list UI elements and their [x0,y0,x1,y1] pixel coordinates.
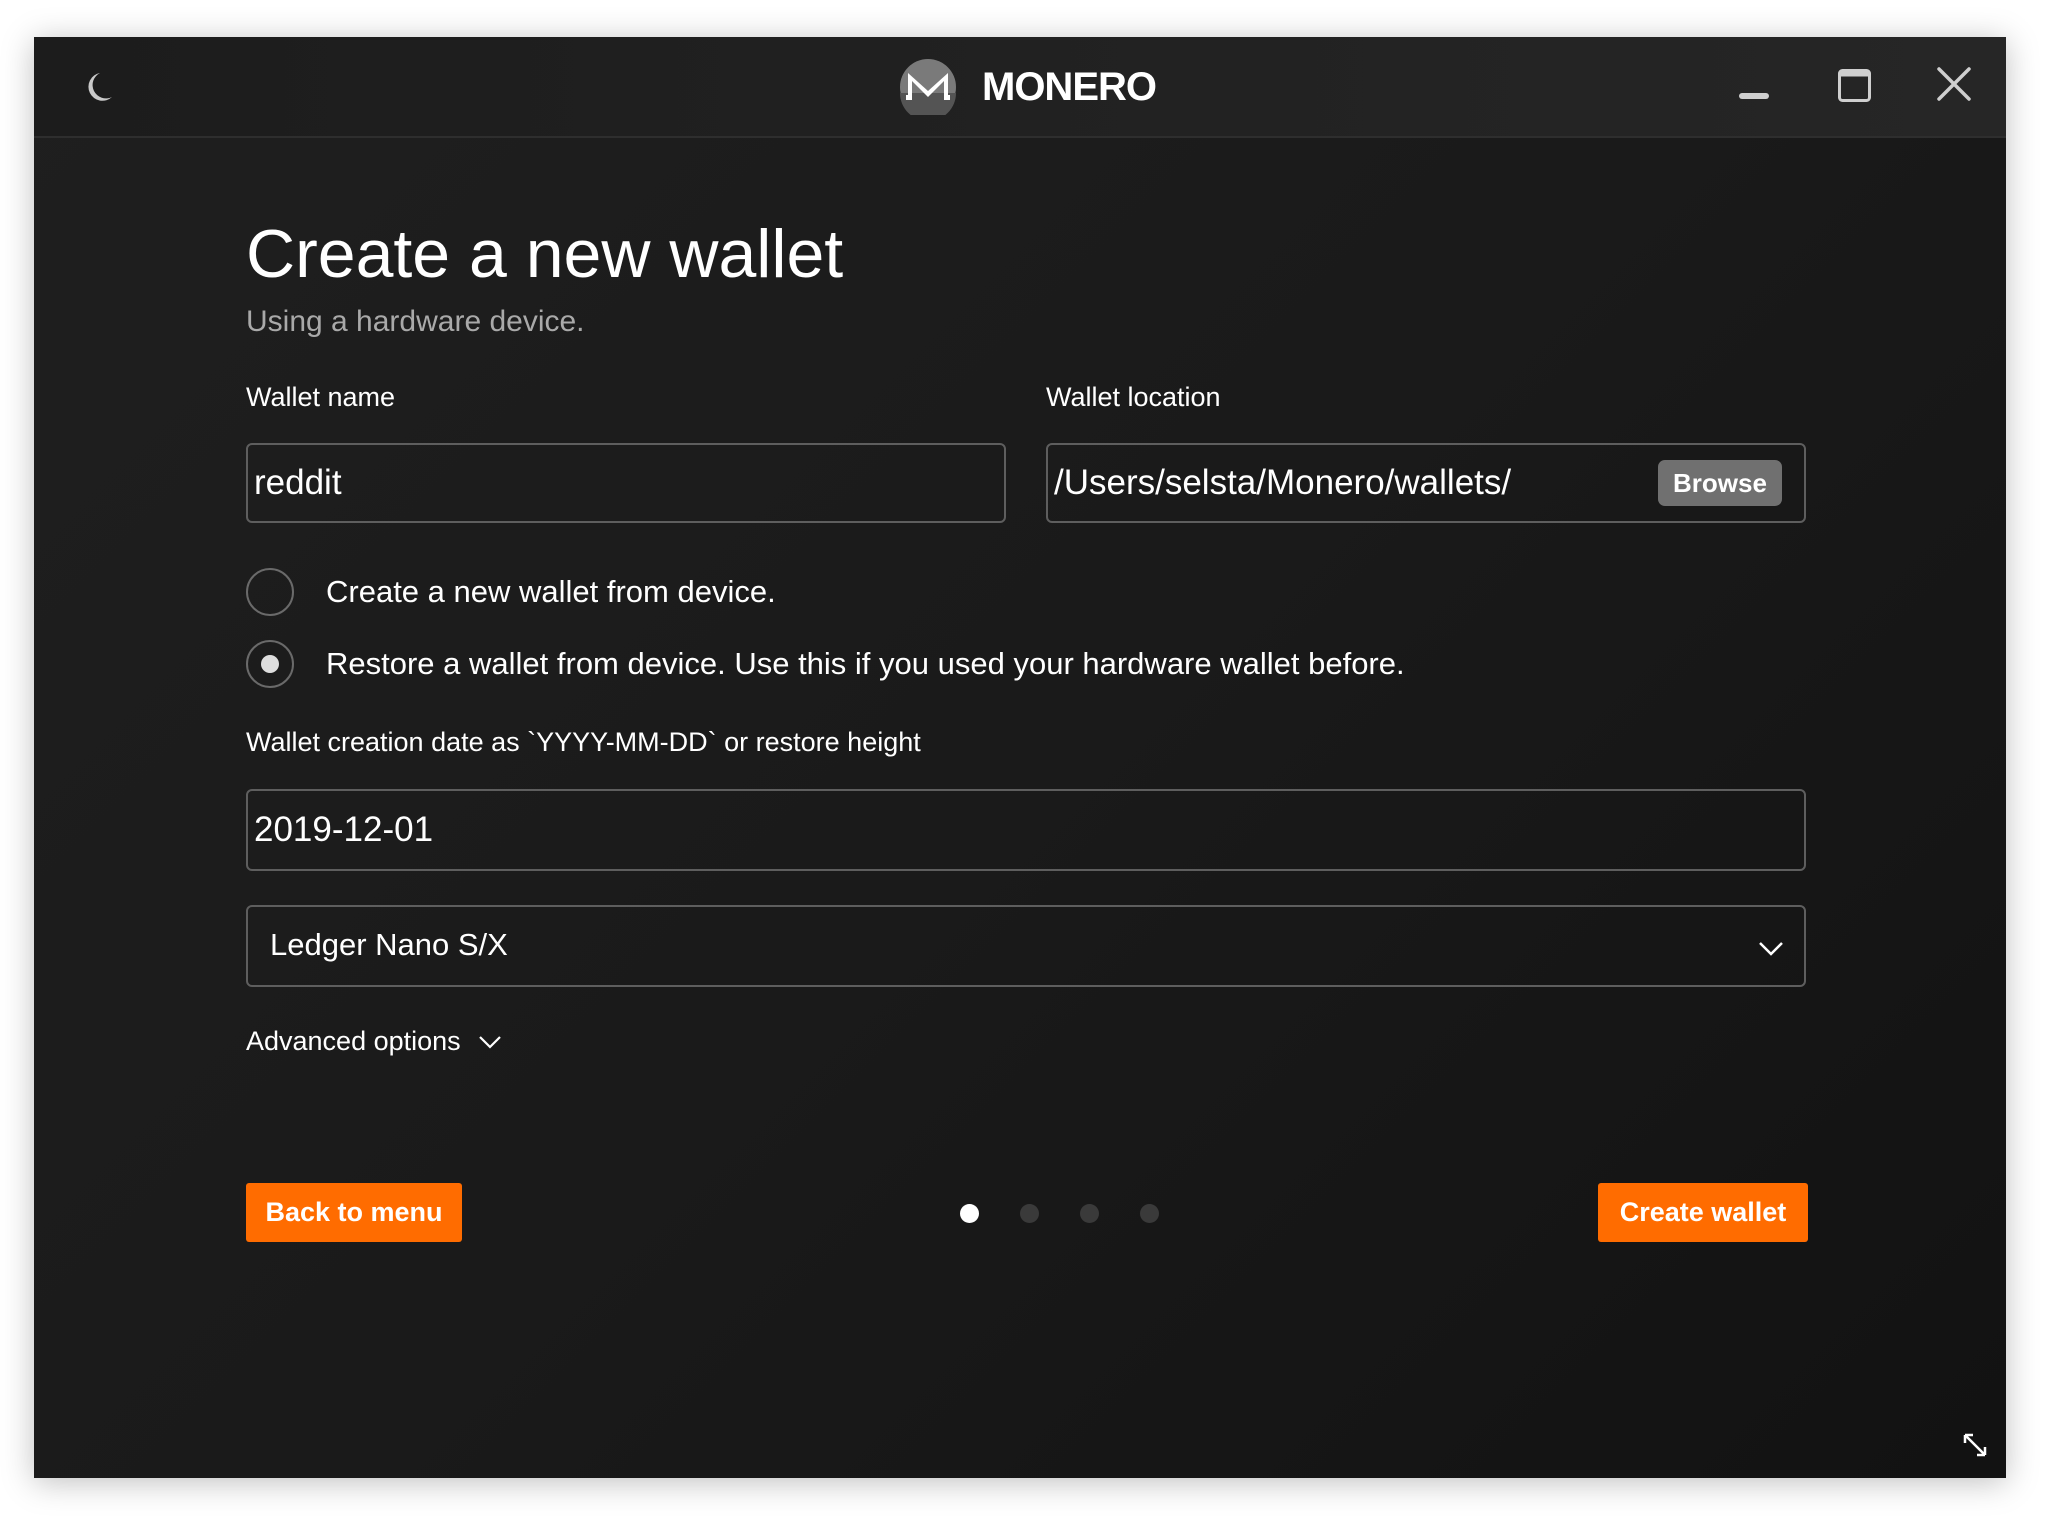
title-bar: MONERO [34,37,2006,138]
brand: MONERO [900,57,1157,117]
radio-restore-from-device[interactable]: Restore a wallet from device. Use this i… [246,640,1405,688]
wallet-location-field[interactable]: Browse [1046,443,1806,523]
page-title: Create a new wallet [246,216,844,292]
resize-icon[interactable] [1960,1430,1990,1460]
advanced-options-toggle[interactable]: Advanced options [246,1026,503,1057]
back-to-menu-button[interactable]: Back to menu [246,1183,462,1242]
device-select-value: Ledger Nano S/X [270,927,508,962]
radio-create-from-device[interactable]: Create a new wallet from device. [246,568,776,616]
moon-icon[interactable] [78,67,118,107]
progress-dot-active [960,1204,979,1223]
device-select[interactable]: Ledger Nano S/X [246,905,1806,987]
progress-dot [1020,1204,1039,1223]
progress-dots [960,1204,1200,1223]
restore-date-label: Wallet creation date as `YYYY-MM-DD` or … [246,727,921,757]
progress-dot [1080,1204,1099,1223]
page-subtitle: Using a hardware device. [246,305,585,338]
radio-button[interactable] [246,568,294,616]
wallet-name-input[interactable] [254,445,990,521]
app-window: MONERO Create a new wallet Using a hardw… [34,37,2006,1478]
progress-dot [1140,1204,1159,1223]
chevron-down-icon [478,1035,501,1049]
wallet-location-label: Wallet location [1046,382,1221,412]
app-name: MONERO [982,64,1157,109]
wallet-name-label: Wallet name [246,382,396,412]
browse-button[interactable]: Browse [1658,460,1782,506]
create-wallet-button[interactable]: Create wallet [1598,1183,1808,1242]
restore-date-input[interactable] [254,791,1790,869]
wallet-name-field[interactable] [246,443,1006,523]
radio-label: Restore a wallet from device. Use this i… [326,646,1405,681]
chevron-down-icon [1759,942,1783,956]
close-icon[interactable] [1924,57,1984,117]
restore-date-field[interactable] [246,789,1806,871]
radio-button-checked[interactable] [246,640,294,688]
advanced-options-label: Advanced options [246,1026,461,1056]
minimize-icon[interactable] [1724,57,1784,117]
radio-label: Create a new wallet from device. [326,574,776,609]
maximize-icon[interactable] [1824,57,1884,117]
monero-logo [900,59,956,115]
wallet-location-input[interactable] [1054,445,1614,521]
